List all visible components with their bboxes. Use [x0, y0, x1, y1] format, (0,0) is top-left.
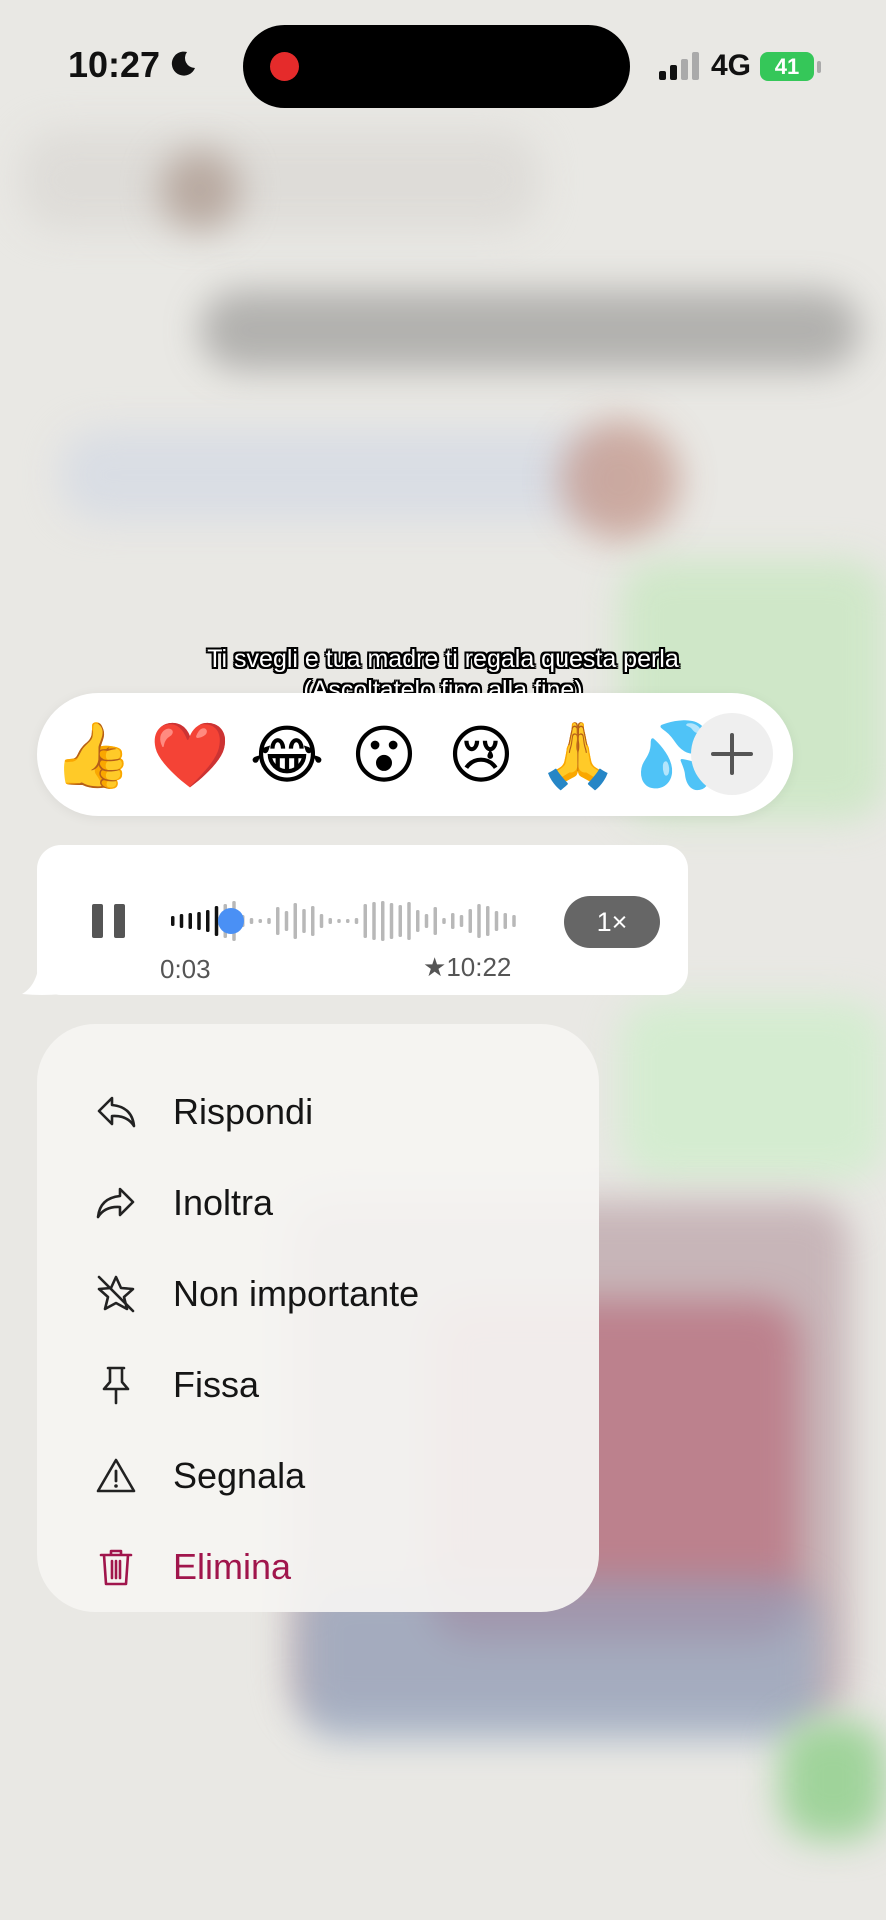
- star-icon: ★: [423, 952, 447, 982]
- waveform-bar: [407, 902, 411, 940]
- reply-icon: [97, 1096, 136, 1128]
- report-icon: [96, 1458, 136, 1493]
- waveform-bar: [346, 919, 350, 923]
- waveform-bar: [249, 918, 254, 924]
- waveform-bar: [311, 906, 315, 936]
- waveform-bar: [424, 914, 429, 928]
- unstar-icon: [97, 1275, 135, 1313]
- waveform-bar: [319, 914, 324, 928]
- forward-icon: [96, 1187, 135, 1219]
- signal-icon: [659, 52, 699, 80]
- voice-elapsed-time: 0:03: [160, 954, 211, 984]
- recording-indicator: [270, 52, 299, 81]
- waveform-bar: [171, 916, 175, 926]
- pause-icon[interactable]: [92, 904, 126, 938]
- menu-item-delete[interactable]: Elimina: [37, 1526, 599, 1606]
- waveform-bar: [354, 918, 359, 924]
- plus-icon: [711, 733, 753, 775]
- menu-item-label: Rispondi: [173, 1091, 314, 1132]
- trash-icon: [99, 1549, 133, 1586]
- moon-icon: [171, 51, 195, 76]
- menu-item-report[interactable]: Segnala: [37, 1435, 599, 1515]
- status-time: 10:27: [68, 44, 161, 85]
- playback-speed-button[interactable]: 1×: [564, 896, 660, 948]
- menu-item-forward[interactable]: Inoltra: [37, 1162, 599, 1242]
- reaction-heart[interactable]: ❤️: [150, 715, 230, 795]
- reaction-thumbs-up[interactable]: 👍: [53, 715, 133, 795]
- waveform-bar: [197, 912, 201, 930]
- waveform-bar: [486, 906, 490, 936]
- menu-item-label: Fissa: [173, 1364, 260, 1405]
- reaction-surprised[interactable]: 😮: [344, 715, 424, 795]
- battery-tip: [817, 61, 821, 73]
- caption-line-1: Ti svegli e tua madre ti regala questa p…: [207, 645, 679, 673]
- waveform-bar: [451, 913, 455, 929]
- battery-level: 41: [774, 54, 800, 79]
- waveform-bar: [302, 909, 306, 933]
- voice-waveform[interactable]: [170, 895, 520, 947]
- reaction-crying[interactable]: 😢: [441, 715, 521, 795]
- dynamic-island: [243, 25, 630, 108]
- menu-item-label: Elimina: [173, 1546, 292, 1587]
- waveform-bar: [433, 907, 437, 935]
- waveform-bar: [381, 901, 385, 941]
- waveform-bar: [363, 904, 367, 938]
- waveform-bar: [459, 915, 464, 927]
- playback-scrubber[interactable]: [218, 908, 244, 934]
- waveform-bar: [503, 913, 507, 929]
- pin-icon: [102, 1366, 130, 1405]
- waveform-bar: [416, 910, 420, 932]
- waveform-bar: [328, 918, 332, 924]
- waveform-bar: [276, 907, 280, 935]
- message-time: ★10:22: [423, 952, 511, 983]
- waveform-bar: [389, 903, 394, 939]
- menu-item-reply[interactable]: Rispondi: [37, 1071, 599, 1151]
- menu-item-label: Segnala: [173, 1455, 306, 1496]
- battery-indicator: 41: [760, 52, 814, 81]
- message-context-menu: Rispondi Inoltra Non importante Fissa Se…: [37, 1024, 599, 1612]
- message-time-text: 10:22: [446, 952, 512, 982]
- waveform-bar: [293, 903, 297, 939]
- waveform-bar: [477, 904, 481, 938]
- menu-item-unstar[interactable]: Non importante: [37, 1253, 599, 1333]
- network-type: 4G: [711, 49, 752, 82]
- waveform-bar: [468, 909, 472, 933]
- waveform-bar: [258, 919, 262, 923]
- waveform-bar: [337, 919, 341, 923]
- menu-item-pin[interactable]: Fissa: [37, 1344, 599, 1424]
- menu-item-label: Non importante: [173, 1273, 420, 1314]
- waveform-bar: [188, 913, 192, 929]
- reaction-laughing[interactable]: 😂: [247, 715, 327, 795]
- menu-item-label: Inoltra: [173, 1182, 274, 1223]
- waveform-bar: [267, 918, 271, 924]
- waveform-bar: [494, 911, 499, 931]
- waveform-bar: [398, 905, 402, 937]
- more-reactions-button[interactable]: [691, 713, 773, 795]
- status-bar: 10:27 4G 41: [0, 0, 886, 130]
- waveform-bar: [284, 911, 289, 931]
- waveform-bar: [214, 906, 219, 936]
- reaction-bar: 👍 ❤️ 😂 😮 😢 🙏 💦: [37, 693, 793, 816]
- waveform-bar: [206, 910, 210, 932]
- waveform-bar: [179, 914, 184, 928]
- waveform-bar: [512, 915, 516, 927]
- waveform-bar: [372, 902, 376, 940]
- reaction-pray[interactable]: 🙏: [538, 715, 618, 795]
- waveform-bar: [442, 918, 446, 924]
